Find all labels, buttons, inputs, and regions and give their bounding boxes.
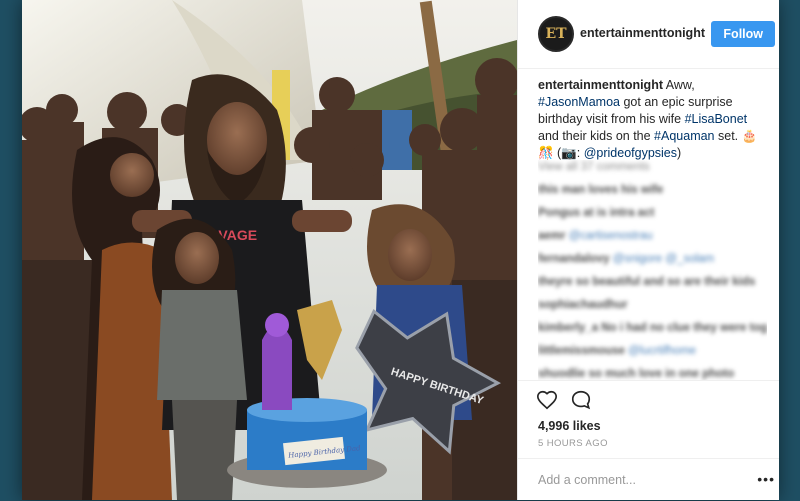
list-item[interactable]: aemr @cartisenostrau — [538, 229, 767, 243]
username-link[interactable]: entertainmenttonight — [580, 26, 705, 40]
comment-list: View all 37 comments this man loves his … — [538, 160, 767, 380]
list-item[interactable]: littlemissmouse @lucrtifhome — [538, 344, 767, 358]
comment-text: aemr — [538, 230, 566, 242]
list-item[interactable]: View all 37 comments — [538, 160, 767, 174]
caption-text: Aww, — [663, 78, 695, 92]
post-timestamp: 5 HOURS AGO — [538, 438, 608, 449]
comment-text: fernandalovy — [538, 253, 610, 265]
avatar[interactable]: ET — [538, 16, 574, 52]
hashtag-link[interactable]: #Aquaman — [654, 129, 714, 143]
add-comment-bar: ••• — [518, 458, 779, 501]
comment-text: Pongus at is intra act — [538, 207, 655, 219]
hashtag-link[interactable]: #JasonMamoa — [538, 95, 620, 109]
comment-bubble-icon[interactable] — [570, 389, 592, 411]
list-item[interactable]: shuodlie so much love in one photo — [538, 367, 767, 380]
caption-text: ) — [677, 146, 682, 160]
list-item[interactable]: theyre so beautiful and so are their kid… — [538, 275, 767, 289]
heart-icon[interactable] — [536, 389, 558, 411]
post-sidebar: ET entertainmenttonight Follow entertain… — [517, 0, 779, 500]
hashtag-link[interactable]: #LisaBonet — [685, 112, 748, 126]
comment-text: shuodlie so much love in one photo — [538, 368, 735, 380]
caption-text: and their kids on the — [538, 129, 655, 143]
list-item[interactable]: kimberly_a No i had no clue they were to… — [538, 321, 767, 335]
comment-mention[interactable]: @lucrtifhome — [628, 345, 696, 357]
comment-text: View all 37 comments — [538, 161, 650, 173]
comment-text: theyre so beautiful and so are their kid… — [538, 276, 756, 288]
post-caption: entertainmenttonight Aww, #JasonMamoa go… — [538, 77, 769, 162]
post-actions: 4,996 likes 5 HOURS AGO — [518, 380, 779, 449]
list-item[interactable]: fernandalovy @snigore @_solam — [538, 252, 767, 266]
list-item[interactable]: this man loves his wife — [538, 183, 767, 197]
like-count[interactable]: 4,996 likes — [538, 419, 601, 433]
more-options-icon[interactable]: ••• — [757, 471, 775, 487]
comment-text: this man loves his wife — [538, 184, 664, 196]
mention-link[interactable]: @prideofgypsies — [584, 146, 677, 160]
list-item[interactable]: sophiachaudhur — [538, 298, 767, 312]
comment-text: sophiachaudhur — [538, 299, 628, 311]
follow-button[interactable]: Follow — [711, 21, 775, 47]
list-item[interactable]: Pongus at is intra act — [538, 206, 767, 220]
caption-username[interactable]: entertainmenttonight — [538, 78, 663, 92]
comment-text: littlemissmouse — [538, 345, 625, 357]
post-header: ET entertainmenttonight Follow — [518, 0, 779, 69]
instagram-post-frame: SAVAGE HAPPY BIRTHDAY Happy Birthday Dad… — [22, 0, 779, 500]
birthday-party-photo: SAVAGE HAPPY BIRTHDAY Happy Birthday Dad — [22, 0, 517, 500]
post-photo[interactable]: SAVAGE HAPPY BIRTHDAY Happy Birthday Dad — [22, 0, 517, 500]
comment-text: kimberly_a No i had no clue they were to… — [538, 322, 767, 334]
comment-mention[interactable]: @snigore @_solam — [613, 253, 714, 265]
comment-mention[interactable]: @cartisenostrau — [569, 230, 653, 242]
comment-input[interactable] — [536, 469, 740, 491]
